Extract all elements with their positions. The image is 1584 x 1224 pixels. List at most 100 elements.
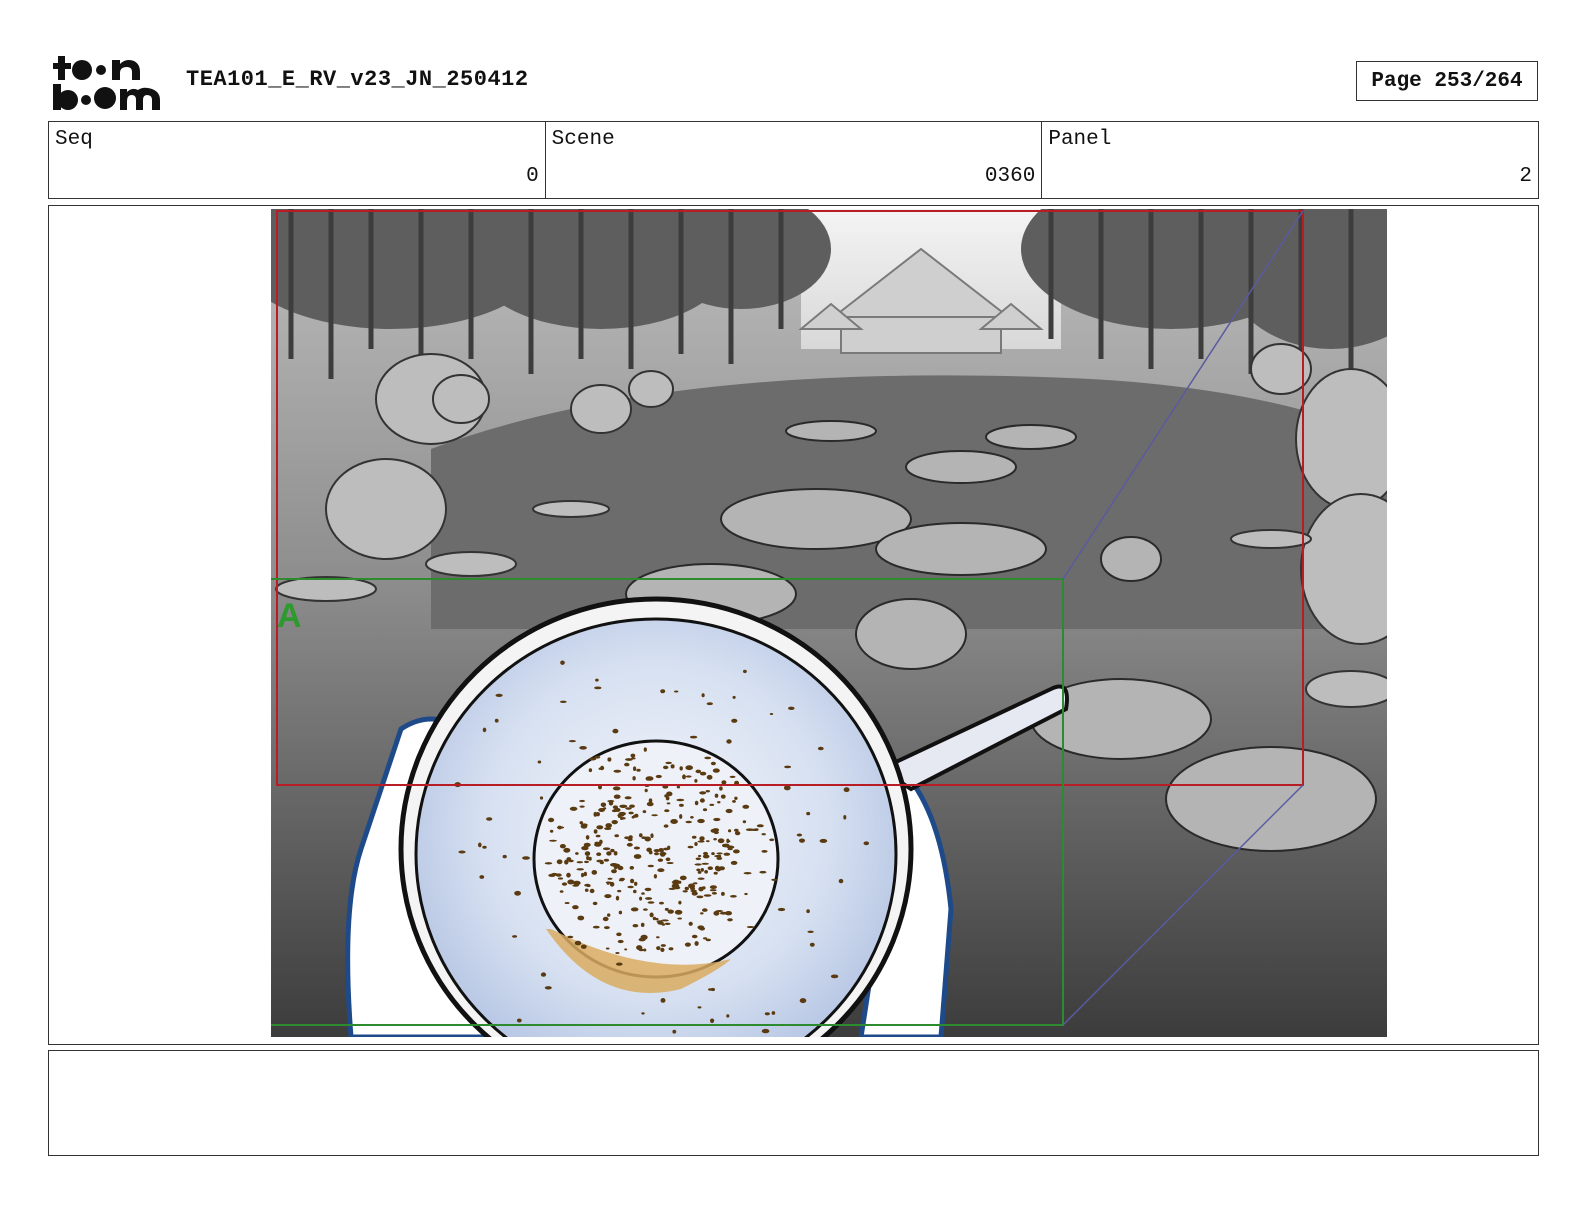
- tea-leaf: [863, 841, 870, 846]
- tea-leaf: [612, 728, 619, 734]
- tea-leaf: [759, 870, 767, 874]
- tea-leaf: [777, 907, 786, 912]
- tea-leaf: [699, 791, 707, 795]
- tea-leaf: [632, 776, 636, 781]
- tea-leaf: [665, 761, 672, 765]
- tea-leaf: [694, 863, 702, 866]
- tea-leaf: [559, 700, 567, 703]
- tea-leaf: [665, 857, 671, 862]
- tea-leaf: [676, 798, 685, 802]
- tea-leaf: [592, 925, 600, 929]
- tea-leaf: [697, 877, 705, 880]
- tea-leaf: [624, 948, 628, 951]
- panel-notes-box: [48, 1050, 1539, 1156]
- tea-leaf: [560, 660, 565, 665]
- tea-leaf: [689, 735, 698, 739]
- tea-leaf: [678, 900, 682, 905]
- panel-info-row: Seq 0 Scene 0360 Panel 2: [48, 121, 1539, 199]
- tea-leaf: [616, 962, 623, 966]
- tea-leaf: [769, 838, 775, 842]
- tea-leaf: [486, 817, 493, 821]
- tea-leaf: [567, 935, 574, 939]
- tea-leaf: [731, 718, 738, 723]
- tea-leaf: [769, 713, 774, 715]
- tea-leaf: [579, 799, 586, 803]
- tea-leaf: [569, 806, 578, 811]
- tea-leaf: [494, 718, 499, 723]
- tea-leaf: [720, 794, 726, 799]
- tea-leaf: [607, 757, 612, 762]
- tea-leaf: [679, 814, 683, 819]
- tea-leaf: [631, 757, 636, 760]
- tea-leaf: [583, 842, 591, 848]
- tea-leaf: [537, 760, 542, 764]
- tea-leaf: [645, 776, 654, 781]
- tea-leaf: [799, 998, 807, 1004]
- tea-leaf: [594, 686, 602, 690]
- tea-leaf: [636, 768, 641, 772]
- tea-leaf: [618, 879, 624, 882]
- scene-cell: Scene 0360: [546, 122, 1043, 198]
- tea-leaf: [568, 740, 576, 743]
- tea-leaf: [702, 908, 708, 912]
- tea-leaf: [658, 848, 664, 852]
- tea-leaf: [663, 824, 669, 828]
- tea-leaf: [761, 850, 768, 853]
- tea-leaf: [617, 939, 624, 944]
- tea-leaf: [640, 922, 645, 928]
- tea-leaf: [588, 856, 592, 861]
- tea-leaf: [714, 865, 720, 871]
- tea-leaf: [734, 796, 738, 800]
- tea-leaf: [809, 942, 815, 947]
- tea-leaf: [604, 926, 610, 930]
- tea-leaf: [707, 866, 713, 870]
- tea-leaf: [632, 924, 639, 928]
- tea-leaf: [807, 930, 814, 933]
- tea-leaf: [482, 727, 487, 733]
- tea-leaf: [723, 852, 731, 856]
- tea-leaf: [717, 854, 722, 859]
- tea-leaf: [576, 861, 583, 864]
- tea-leaf: [619, 804, 628, 808]
- tea-leaf: [700, 868, 704, 872]
- tea-leaf: [717, 801, 721, 804]
- tea-leaf: [544, 862, 553, 865]
- seq-value: 0: [526, 165, 539, 188]
- tea-leaf: [604, 894, 612, 899]
- tea-leaf: [728, 829, 732, 833]
- tea-leaf: [660, 947, 665, 953]
- tea-leaf: [698, 854, 702, 858]
- tea-leaf: [627, 885, 634, 889]
- tea-leaf: [615, 952, 620, 954]
- tea-leaf: [697, 1006, 702, 1009]
- panel-label: Panel: [1048, 128, 1112, 151]
- tea-leaf: [612, 805, 618, 809]
- tea-leaf: [697, 840, 705, 843]
- tea-leaf: [592, 901, 598, 906]
- tea-leaf: [806, 811, 811, 816]
- tea-leaf: [666, 862, 674, 864]
- tea-leaf: [655, 774, 662, 779]
- tea-leaf: [563, 847, 571, 853]
- tea-leaf: [685, 820, 692, 824]
- tea-leaf: [576, 868, 584, 871]
- tea-leaf: [697, 925, 705, 930]
- tea-leaf: [603, 858, 610, 862]
- tea-leaf: [697, 818, 705, 824]
- tea-leaf: [625, 807, 632, 810]
- tea-leaf: [655, 917, 659, 921]
- tea-leaf: [656, 946, 661, 951]
- tea-leaf: [626, 842, 633, 847]
- tea-leaf: [579, 746, 587, 750]
- tea-leaf: [639, 896, 643, 901]
- tea-leaf: [713, 838, 717, 841]
- tea-leaf: [743, 872, 752, 875]
- tea-leaf: [580, 944, 587, 949]
- tea-leaf: [660, 944, 666, 947]
- tea-leaf: [643, 747, 647, 752]
- tea-leaf: [599, 861, 604, 865]
- tea-leaf: [783, 785, 791, 791]
- tea-leaf: [613, 769, 622, 773]
- tea-leaf: [664, 809, 670, 813]
- tea-leaf: [624, 762, 630, 767]
